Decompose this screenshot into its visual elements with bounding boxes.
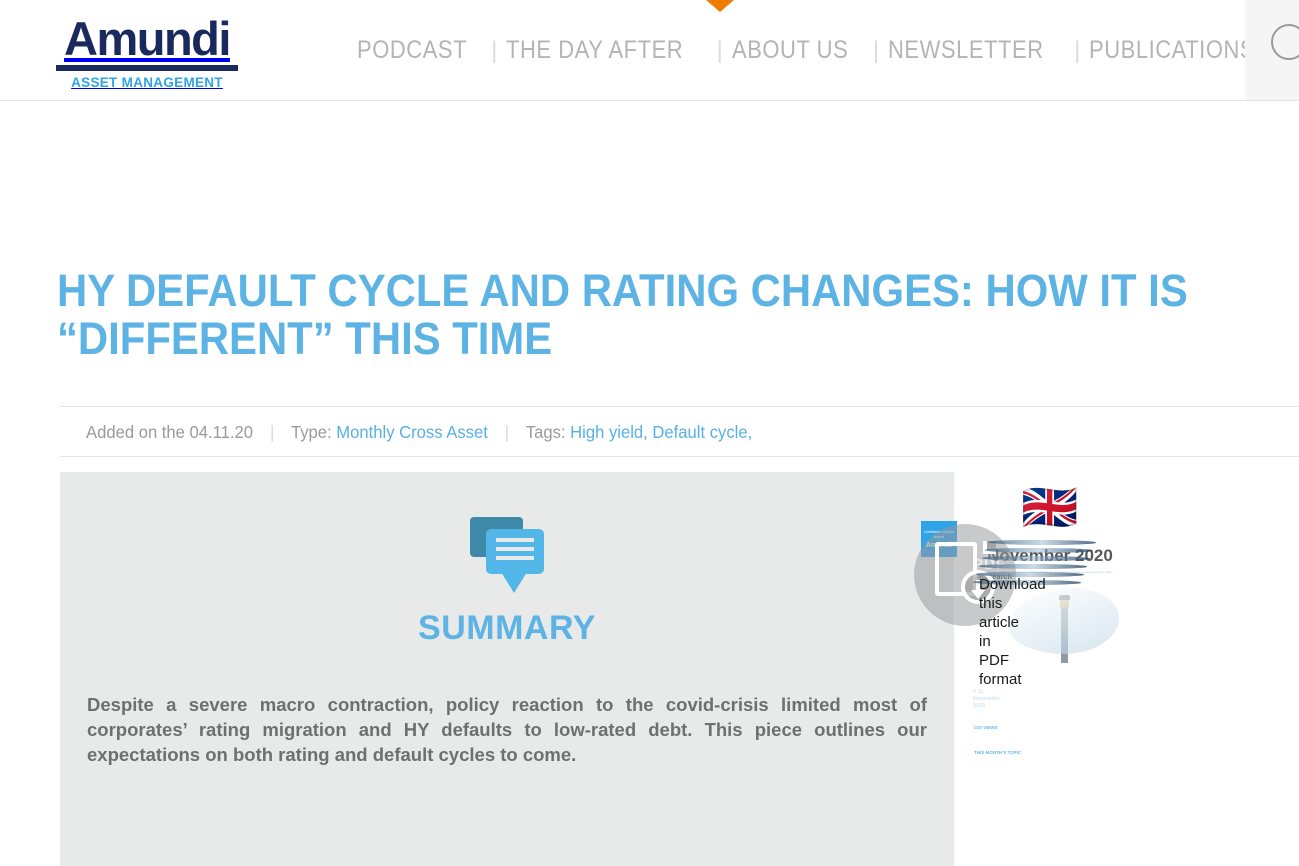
summary-box: SUMMARY Despite a severe macro contracti…	[60, 472, 954, 866]
main-navigation: PODCAST | THE DAY AFTER | ABOUT US | NEW…	[357, 36, 1278, 65]
speech-bubble-tail	[501, 572, 527, 593]
nav-separator: |	[873, 36, 880, 64]
nav-item-newsletter[interactable]: NEWSLETTER	[888, 36, 1044, 65]
tags-label: Tags:	[525, 422, 566, 442]
search-panel[interactable]	[1245, 0, 1299, 100]
nav-separator: |	[716, 36, 723, 64]
article-meta: Added on the 04.11.20 | Type: Monthly Cr…	[86, 422, 752, 443]
active-nav-caret-icon	[706, 0, 734, 12]
page-title: HY DEFAULT CYCLE AND RATING CHANGES: HOW…	[57, 265, 1188, 364]
summary-body: Despite a severe macro contraction, poli…	[87, 694, 927, 765]
uk-flag-icon: 🇬🇧	[1021, 481, 1079, 533]
nav-separator: |	[1074, 36, 1081, 64]
summary-heading: SUMMARY	[418, 609, 596, 647]
nav-item-publications[interactable]: PUBLICATIONS	[1089, 36, 1255, 65]
nav-item-podcast[interactable]: PODCAST	[357, 36, 467, 65]
site-header: Amundi ASSET MANAGEMENT PODCAST | THE DA…	[0, 0, 1299, 101]
nav-item-the-day-after[interactable]: THE DAY AFTER	[506, 36, 683, 65]
logo-underline	[56, 65, 238, 71]
amundi-logo[interactable]: Amundi ASSET MANAGEMENT	[56, 15, 238, 90]
speech-bubble-icon	[470, 517, 544, 593]
meta-separator: |	[270, 422, 275, 442]
search-icon[interactable]	[1271, 24, 1299, 60]
meta-top-divider	[60, 406, 1299, 407]
article-sidebar: 🇬🇧 November 2020 Research # 11 November …	[914, 472, 1135, 769]
meta-separator: |	[504, 422, 510, 442]
type-value-link[interactable]: Monthly Cross Asset	[336, 422, 488, 442]
speech-bubble-lines	[496, 538, 534, 565]
nav-separator: |	[491, 36, 498, 64]
tags-value-link[interactable]: High yield, Default cycle,	[570, 422, 752, 442]
nav-item-about-us[interactable]: ABOUT US	[732, 36, 848, 65]
logo-subtitle: ASSET MANAGEMENT	[71, 75, 223, 90]
added-date: Added on the 04.11.20	[86, 422, 254, 442]
type-label: Type:	[290, 422, 332, 442]
logo-wordmark: Amundi	[64, 12, 231, 65]
meta-bottom-divider	[60, 456, 1299, 457]
